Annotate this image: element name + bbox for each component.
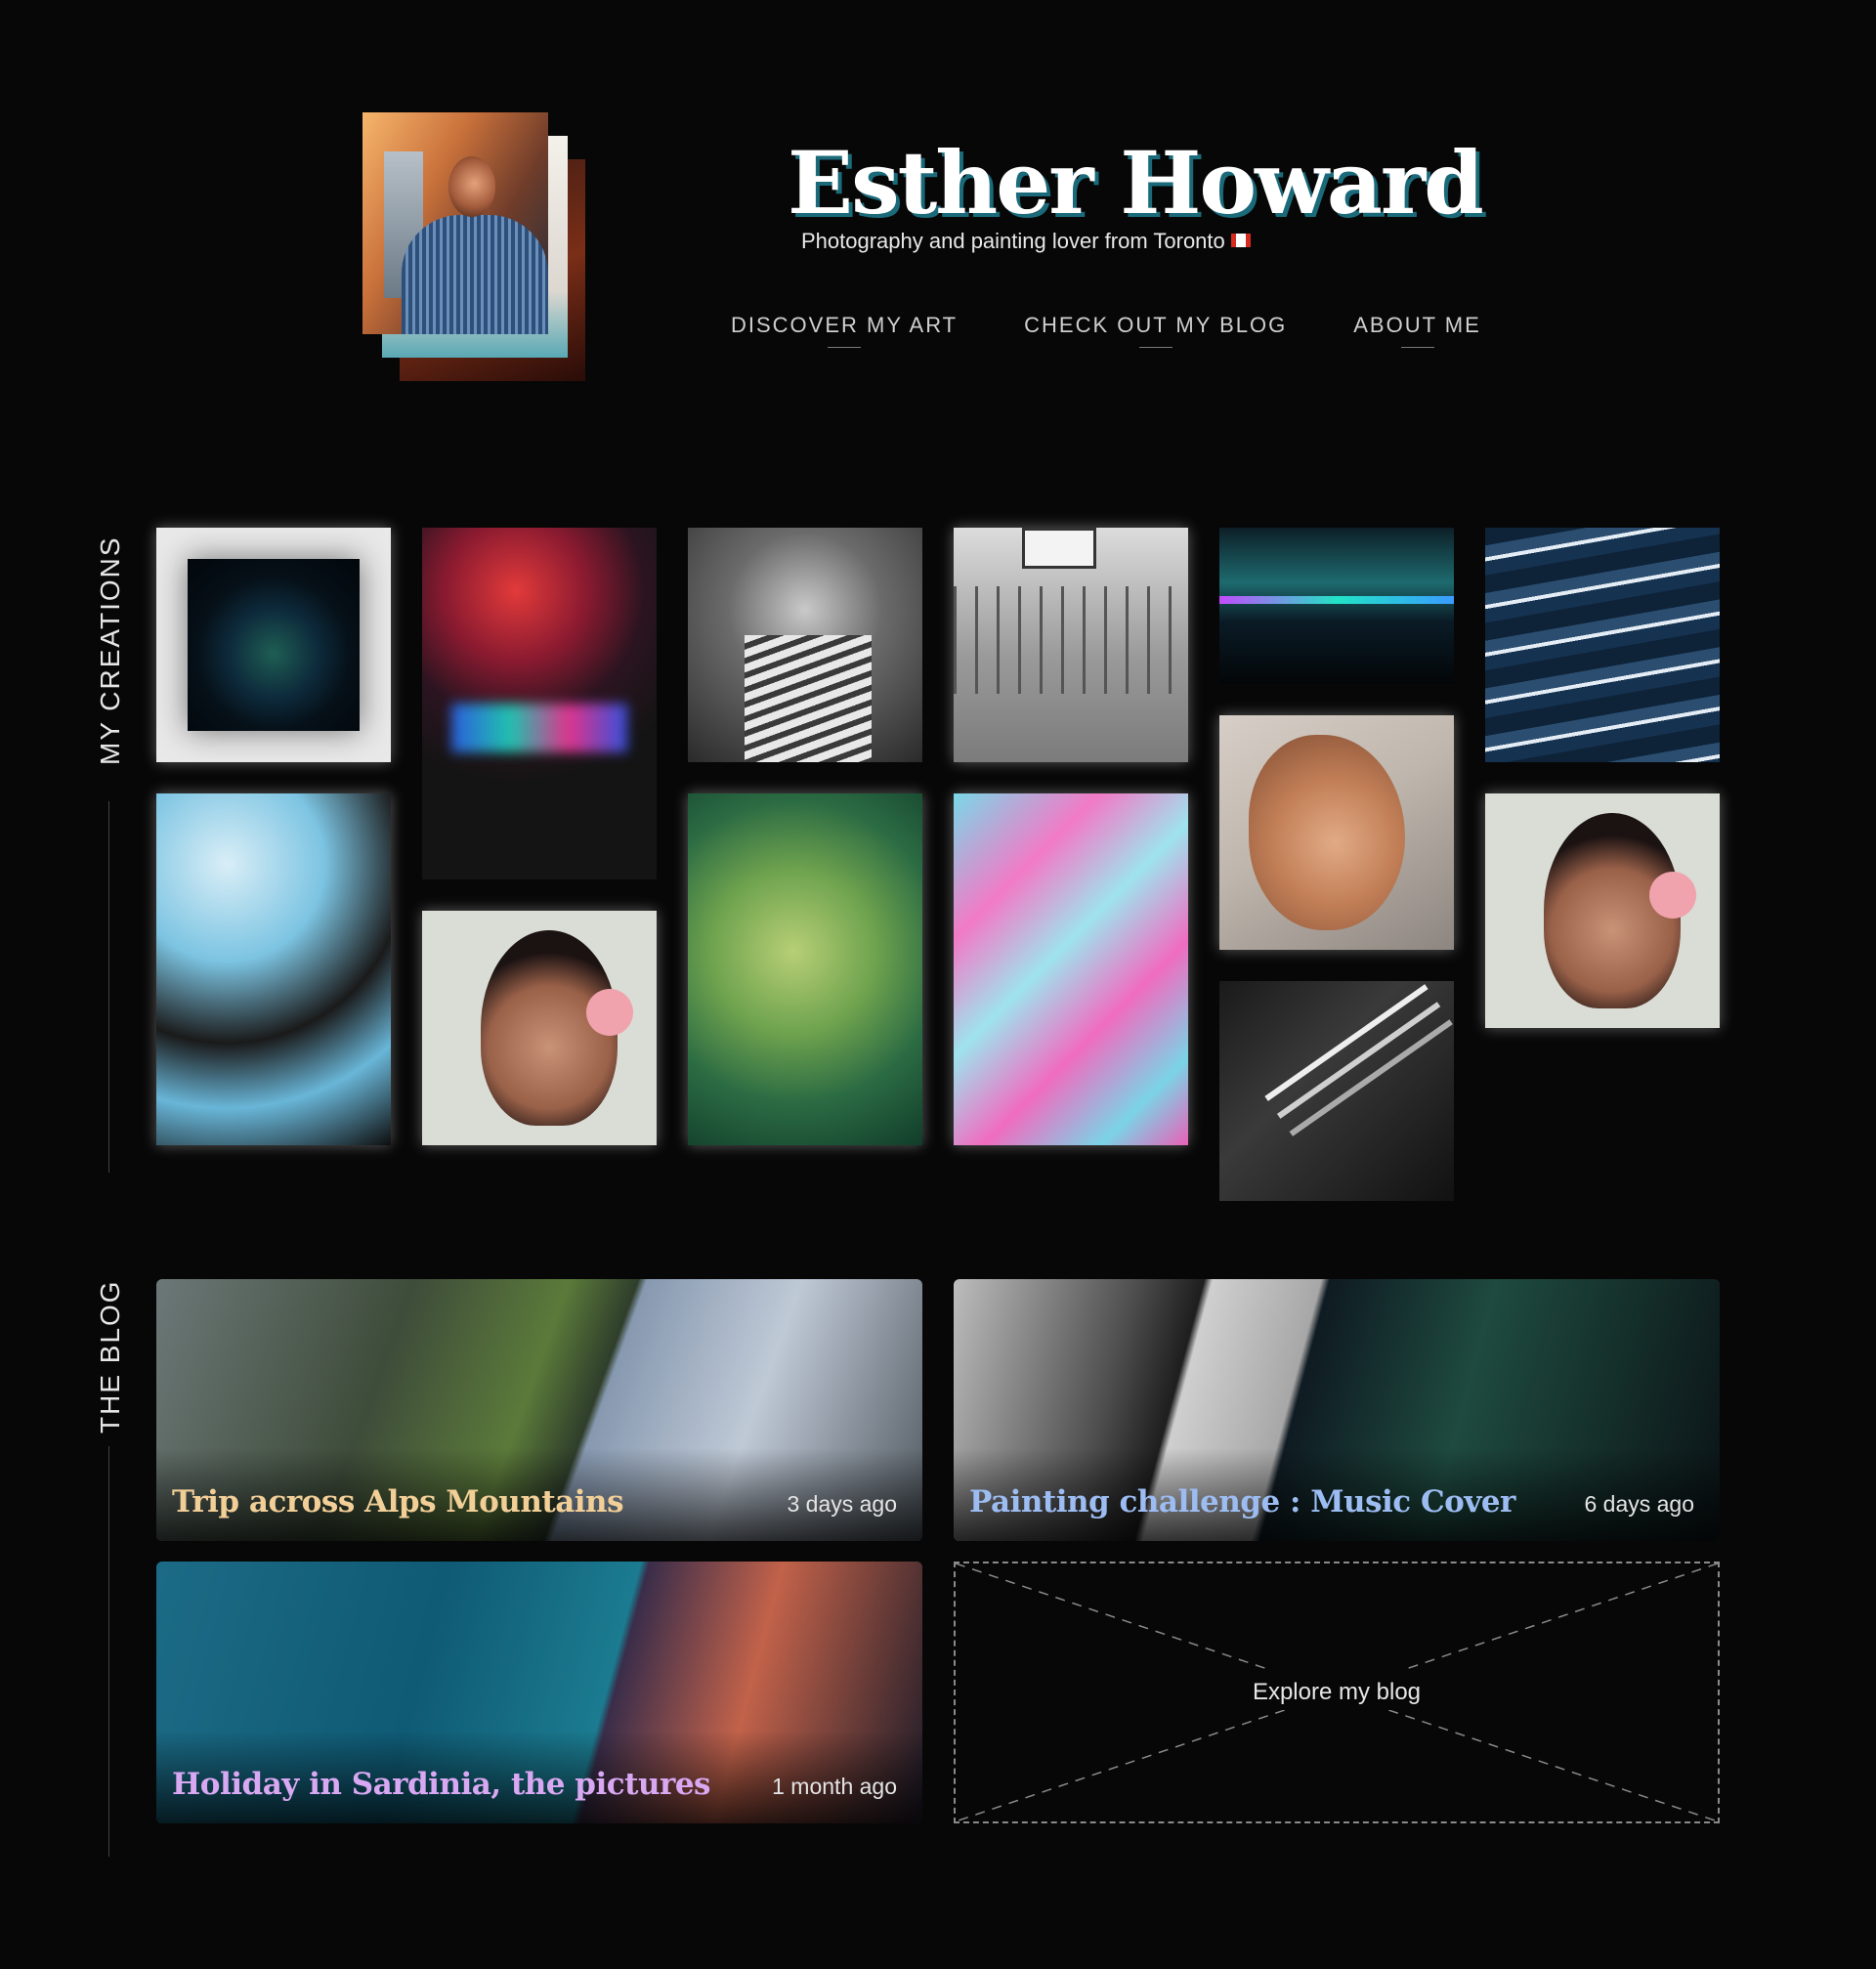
blog-post-date: 1 month ago	[772, 1774, 897, 1799]
gallery-item-neon-bokeh-street[interactable]	[422, 528, 657, 879]
section-label-creations: MY CREATIONS	[95, 535, 125, 765]
profile-tagline: Photography and painting lover from Toro…	[801, 229, 1251, 254]
gallery-item-green-smoke-portrait[interactable]	[688, 793, 922, 1145]
blog-post-title: Holiday in Sardinia, the pictures	[172, 1767, 711, 1802]
canada-flag-icon	[1230, 234, 1251, 247]
profile-photo-stack	[362, 112, 587, 381]
section-divider-blog	[108, 1446, 109, 1857]
gallery-item-portrait-drawing-rose[interactable]	[422, 911, 657, 1145]
profile-name: Esther Howard	[788, 132, 1484, 234]
section-label-blog: THE BLOG	[95, 1279, 125, 1434]
nav-blog[interactable]: CHECK OUT MY BLOG	[1024, 313, 1287, 348]
main-nav: DISCOVER MY ART CHECK OUT MY BLOG ABOUT …	[731, 313, 1481, 348]
blog-post-date: 3 days ago	[787, 1491, 897, 1517]
gallery-item-bw-portrait-sweater[interactable]	[688, 528, 922, 762]
gallery-item-bw-basketball-player[interactable]	[954, 528, 1188, 762]
blog-card-painting-challenge[interactable]: Painting challenge : Music Cover 6 days …	[954, 1279, 1720, 1541]
tagline-text: Photography and painting lover from Toro…	[801, 229, 1225, 253]
gallery-item-pink-blue-fluid-art[interactable]	[954, 793, 1188, 1145]
blog-card-alps[interactable]: Trip across Alps Mountains 3 days ago	[156, 1279, 922, 1541]
explore-blog-button[interactable]: Explore my blog	[954, 1562, 1720, 1823]
gallery-item-city-night-skyline[interactable]	[1219, 528, 1454, 684]
blog-post-date: 6 days ago	[1584, 1491, 1694, 1517]
gallery-item-portrait-drawing-rose-2[interactable]	[1485, 793, 1720, 1028]
blog-post-title: Painting challenge : Music Cover	[969, 1484, 1515, 1520]
blog-card-sardinia[interactable]: Holiday in Sardinia, the pictures 1 mont…	[156, 1562, 922, 1823]
gallery-item-blue-wave-painting[interactable]	[1485, 528, 1720, 762]
gallery-item-blue-fluid-art[interactable]	[156, 793, 391, 1145]
gallery-item-abstract-painting-framed[interactable]	[156, 528, 391, 762]
gallery-item-bw-light-beams[interactable]	[1219, 981, 1454, 1201]
nav-discover-art[interactable]: DISCOVER MY ART	[731, 313, 958, 348]
explore-blog-label: Explore my blog	[1252, 1679, 1422, 1705]
blog-post-title: Trip across Alps Mountains	[172, 1484, 624, 1520]
profile-photo	[362, 112, 548, 334]
gallery-item-woman-face-drawing[interactable]	[1219, 715, 1454, 950]
nav-about[interactable]: ABOUT ME	[1353, 313, 1481, 348]
section-divider-creations	[108, 801, 109, 1173]
